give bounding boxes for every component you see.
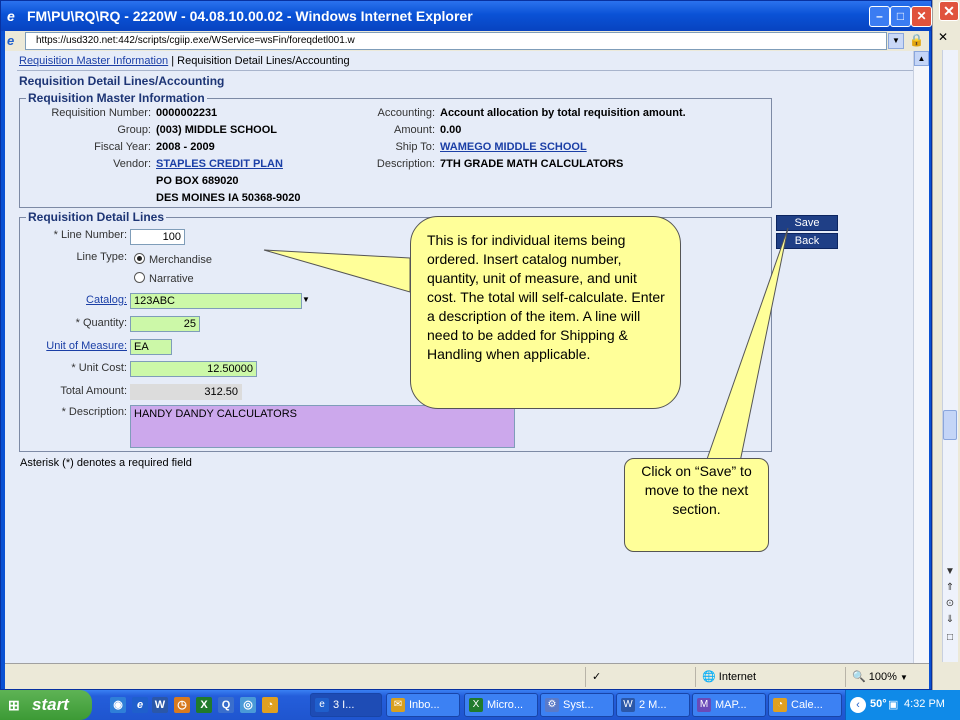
task-inbox-label: Inbo... [409, 699, 440, 711]
task-inbox-icon: ✉ [391, 698, 405, 712]
task-word-icon: W [621, 698, 635, 712]
start-button[interactable]: ⊞ start [0, 690, 92, 720]
quicklaunch-ie-icon[interactable]: e [132, 697, 148, 713]
quicklaunch-excel-icon[interactable]: X [196, 697, 212, 713]
quicklaunch-search-icon[interactable]: Q [218, 697, 234, 713]
tray-network-icon[interactable]: ▣ [888, 698, 898, 711]
task-map[interactable]: M MAP... [692, 693, 766, 717]
task-ie-label: 3 I... [333, 699, 355, 711]
taskbar: ⊞ start ◉ e W ◷ X Q ◎ ◔ e 3 I... ✉ Inbo.… [0, 690, 960, 720]
weather-temperature[interactable]: 50° [870, 698, 887, 710]
task-inbox[interactable]: ✉ Inbo... [386, 693, 460, 717]
task-system[interactable]: ⚙ Syst... [540, 693, 614, 717]
task-calendar[interactable]: ◔ Cale... [768, 693, 842, 717]
task-excel-icon: X [469, 698, 483, 712]
detail-callout-tail [263, 249, 411, 293]
windows-flag-icon: ⊞ [8, 697, 20, 713]
task-map-icon: M [697, 698, 711, 712]
task-system-label: Syst... [563, 699, 594, 711]
clock: 4:32 PM [904, 698, 945, 710]
tray-expand-icon[interactable]: ‹ [850, 697, 866, 713]
task-system-icon: ⚙ [545, 698, 559, 712]
save-callout: Click on “Save” to move to the next sect… [624, 458, 769, 552]
quicklaunch-outlook-icon[interactable]: ◷ [174, 697, 190, 713]
task-word-label: 2 M... [639, 699, 667, 711]
task-ie[interactable]: e 3 I... [310, 693, 382, 717]
quicklaunch-desktop-icon[interactable]: ◉ [110, 697, 126, 713]
task-excel-label: Micro... [487, 699, 524, 711]
task-word[interactable]: W 2 M... [616, 693, 690, 717]
quicklaunch-calendar-icon[interactable]: ◔ [262, 697, 278, 713]
start-label: start [32, 695, 69, 714]
quicklaunch-word-icon[interactable]: W [152, 697, 168, 713]
task-map-label: MAP... [715, 699, 747, 711]
quicklaunch-media-icon[interactable]: ◎ [240, 697, 256, 713]
task-calendar-label: Cale... [791, 699, 823, 711]
task-excel[interactable]: X Micro... [464, 693, 538, 717]
task-ie-icon: e [315, 698, 329, 712]
detail-lines-callout: This is for individual items being order… [410, 216, 681, 409]
save-callout-tail [705, 227, 789, 463]
task-calendar-icon: ◔ [773, 698, 787, 712]
